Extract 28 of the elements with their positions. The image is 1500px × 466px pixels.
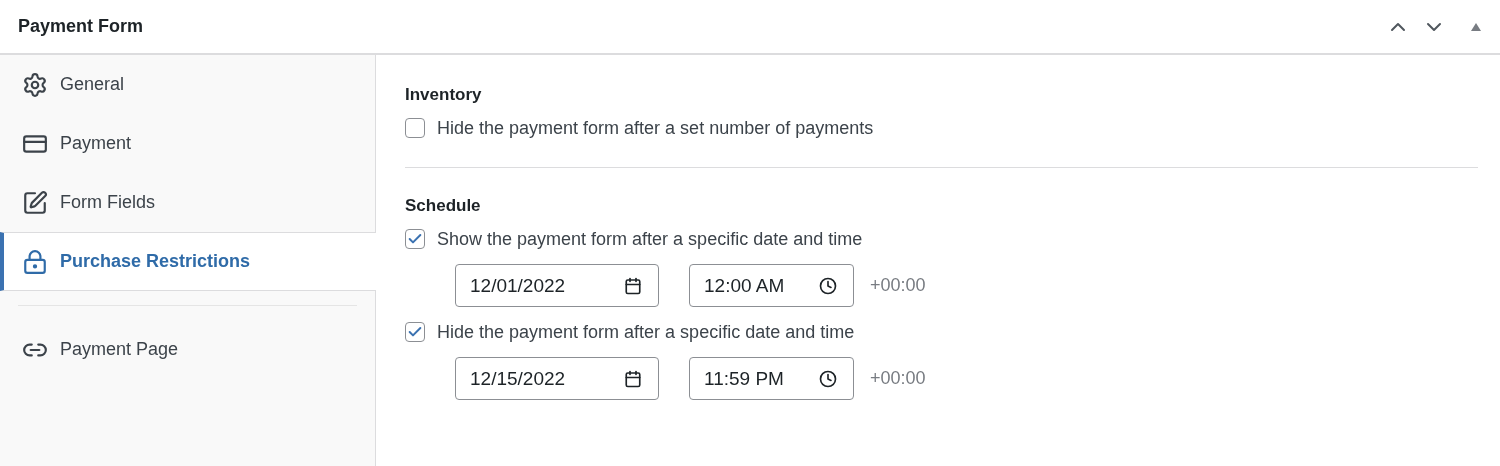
lock-icon [22, 248, 48, 275]
time-field[interactable]: 12:00 AM [689, 264, 854, 307]
calendar-icon [624, 276, 642, 295]
timezone-offset: +00:00 [870, 275, 926, 296]
checkbox[interactable] [405, 322, 425, 342]
section-heading: Inventory [405, 85, 483, 105]
sidebar-tab[interactable]: Purchase Restrictions [0, 232, 376, 291]
option-label: Hide the payment form after a specific date and time [437, 321, 855, 343]
date-field[interactable]: 12/01/2022 [455, 264, 659, 307]
timezone-offset: +00:00 [870, 368, 926, 389]
sidebar-tab[interactable]: Payment [0, 114, 375, 173]
calendar-icon [624, 369, 642, 388]
checkbox[interactable] [405, 118, 425, 138]
option-label: Show the payment form after a specific date and time [437, 228, 863, 250]
sidebar-tab[interactable]: Form Fields [0, 173, 375, 232]
panel-title: Payment Form [18, 16, 145, 37]
date-field[interactable]: 12/15/2022 [455, 357, 659, 400]
checkbox[interactable] [405, 229, 425, 249]
option-label: Hide the payment form after a set number of payments [437, 117, 874, 139]
sidebar-tab[interactable]: General [0, 55, 375, 114]
time-field[interactable]: 11:59 PM [689, 357, 854, 400]
clock-icon [819, 276, 837, 295]
sidebar-tab[interactable]: Payment Page [0, 320, 375, 379]
clock-icon [819, 369, 837, 388]
pencil-square-icon [22, 189, 48, 216]
section-heading: Schedule [405, 196, 482, 216]
settings-icon [22, 71, 48, 98]
triangle-up-icon[interactable] [1470, 21, 1482, 32]
